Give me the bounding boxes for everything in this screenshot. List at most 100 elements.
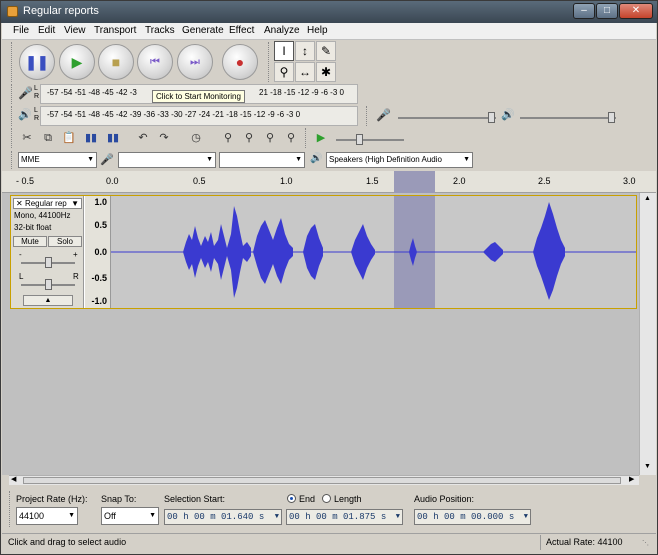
timeshift-tool[interactable]: ↔ — [295, 62, 315, 82]
selection-end-time[interactable]: 00 h 00 m 01.875 s ▼ — [286, 509, 403, 525]
close-button[interactable]: ✕ — [619, 3, 653, 19]
horizontal-scroll-thumb[interactable] — [23, 477, 621, 484]
menu-effect[interactable]: Effect — [229, 25, 254, 36]
copy-button[interactable]: ⧉ — [39, 129, 57, 147]
toolbar-grip[interactable] — [11, 42, 14, 82]
selection-grip[interactable] — [9, 491, 12, 527]
resize-grip-icon[interactable]: ⋱ — [642, 539, 649, 547]
maximize-button[interactable]: □ — [596, 3, 618, 19]
draw-tool[interactable]: ✎ — [316, 41, 336, 61]
horizontal-scrollbar[interactable]: ◀ ▶ — [9, 475, 639, 485]
play-button[interactable]: ▶ — [59, 44, 95, 80]
track-panel[interactable]: ✕ Regular rep ▼ Mono, 44100Hz 32-bit flo… — [2, 193, 639, 475]
menu-file[interactable]: File — [13, 25, 29, 36]
menu-analyze[interactable]: Analyze — [264, 25, 300, 36]
track-control-panel: ✕ Regular rep ▼ Mono, 44100Hz 32-bit flo… — [11, 196, 84, 308]
pause-button[interactable]: ❚❚ — [19, 44, 55, 80]
scroll-left-icon[interactable]: ◀ — [11, 475, 16, 483]
play-at-speed-button[interactable]: ▶ — [312, 129, 330, 147]
paste-button[interactable]: 📋 — [60, 129, 78, 147]
end-radio[interactable] — [287, 494, 296, 503]
menu-view[interactable]: View — [64, 25, 86, 36]
menu-edit[interactable]: Edit — [38, 25, 55, 36]
playback-meter-ticks: -57 -54 -51 -48 -45 -42 -39 -36 -33 -30 … — [47, 110, 301, 119]
input-volume-slider[interactable] — [398, 117, 496, 119]
skip-to-start-button[interactable]: ⏮ — [137, 44, 173, 80]
recording-device-select[interactable]: ▼ — [118, 152, 216, 168]
snap-to-select[interactable]: Off ▼ — [101, 507, 159, 525]
length-radio[interactable] — [322, 494, 331, 503]
scroll-down-icon[interactable]: ▼ — [644, 463, 651, 470]
skip-end-icon: ⏭ — [190, 56, 200, 68]
playback-meter[interactable]: -57 -54 -51 -48 -45 -42 -39 -36 -33 -30 … — [40, 106, 358, 126]
minimize-button[interactable]: – — [573, 3, 595, 19]
microphone-icon[interactable]: 🎤 — [18, 86, 33, 100]
menu-generate[interactable]: Generate — [182, 25, 224, 36]
scroll-up-icon[interactable]: ▲ — [644, 195, 651, 202]
gain-thumb[interactable] — [45, 257, 52, 268]
menu-tracks[interactable]: Tracks — [145, 25, 175, 36]
edit-grip[interactable] — [11, 128, 14, 148]
record-button[interactable]: ● — [222, 44, 258, 80]
speed-grip[interactable] — [305, 128, 308, 148]
speaker-icon[interactable]: 🔊 — [18, 108, 32, 121]
stop-button[interactable]: ■ — [98, 44, 134, 80]
output-volume-thumb[interactable] — [608, 112, 615, 123]
tools-grip[interactable] — [268, 42, 271, 82]
output-volume-slider[interactable] — [520, 117, 616, 119]
fit-selection-button[interactable]: ⚲ — [261, 129, 279, 147]
snap-to-label: Snap To: — [101, 494, 137, 504]
skip-to-end-button[interactable]: ⏭ — [177, 44, 213, 80]
audio-position-time[interactable]: 00 h 00 m 00.000 s ▼ — [414, 509, 531, 525]
collapse-track-button[interactable]: ▲ — [23, 295, 73, 306]
mixer-grip[interactable] — [366, 106, 369, 126]
chevron-down-icon: ▼ — [206, 156, 213, 163]
solo-button[interactable]: Solo — [48, 236, 82, 247]
trim-button[interactable]: ▮▮ — [82, 129, 100, 147]
timeline-ruler[interactable]: - 0.5 0.0 0.5 1.0 1.5 2.0 2.5 3.0 — [2, 171, 656, 193]
device-grip[interactable] — [11, 151, 14, 169]
meter-grip-2[interactable] — [11, 106, 14, 126]
chevron-down-icon: ▼ — [523, 513, 528, 521]
waveform[interactable] — [111, 196, 636, 308]
mute-button[interactable]: Mute — [13, 236, 47, 247]
skip-start-icon: ⏮ — [150, 56, 160, 68]
menu-transport[interactable]: Transport — [94, 25, 136, 36]
multi-tool[interactable]: ✱ — [316, 62, 336, 82]
audacity-app-icon — [7, 6, 18, 17]
selection-tool[interactable]: I — [274, 41, 294, 61]
envelope-tool[interactable]: ↕ — [295, 41, 315, 61]
audio-host-select[interactable]: MME ▼ — [18, 152, 97, 168]
audio-track[interactable]: ✕ Regular rep ▼ Mono, 44100Hz 32-bit flo… — [10, 195, 637, 309]
play-icon: ▶ — [71, 54, 83, 70]
silence-button[interactable]: ▮▮ — [104, 129, 122, 147]
zoom-tool[interactable]: ⚲ — [274, 62, 294, 82]
playback-device-select[interactable]: Speakers (High Definition Audio ▼ — [326, 152, 473, 168]
fit-project-button[interactable]: ⚲ — [282, 129, 300, 147]
play-speed-slider[interactable] — [336, 139, 404, 141]
menu-help[interactable]: Help — [307, 25, 328, 36]
close-track-icon[interactable]: ✕ — [16, 199, 23, 208]
silence-icon: ▮▮ — [106, 132, 120, 144]
redo-button[interactable]: ↷ — [155, 129, 173, 147]
zoom-out-button[interactable]: ⚲ — [240, 129, 258, 147]
recording-channels-select[interactable]: ▼ — [219, 152, 305, 168]
pan-thumb[interactable] — [45, 279, 52, 290]
audio-position-label: Audio Position: — [414, 494, 475, 504]
undo-button[interactable]: ↶ — [134, 129, 152, 147]
zoom-in-button[interactable]: ⚲ — [219, 129, 237, 147]
selection-toolbar: Project Rate (Hz): 44100 ▼ Snap To: Off ▼ … — [2, 485, 656, 533]
sync-lock-button[interactable]: ◷ — [187, 129, 205, 147]
track-name-menu[interactable]: ✕ Regular rep ▼ — [13, 198, 82, 209]
cut-button[interactable]: ✂ — [18, 129, 36, 147]
input-volume-thumb[interactable] — [488, 112, 495, 123]
play-speed-thumb[interactable] — [356, 134, 363, 145]
menu-bar: File Edit View Transport Tracks Generate… — [2, 23, 656, 40]
vertical-scrollbar[interactable]: ▲ ▼ — [639, 193, 656, 475]
meter-grip[interactable] — [11, 84, 14, 104]
selection-start-time[interactable]: 00 h 00 m 01.640 s ▼ — [164, 509, 282, 525]
amplitude-ruler: 1.0 0.5 0.0 -0.5 -1.0 — [85, 196, 111, 308]
trim-icon: ▮▮ — [84, 132, 98, 144]
scroll-right-icon[interactable]: ▶ — [629, 475, 634, 483]
project-rate-select[interactable]: 44100 ▼ — [16, 507, 78, 525]
